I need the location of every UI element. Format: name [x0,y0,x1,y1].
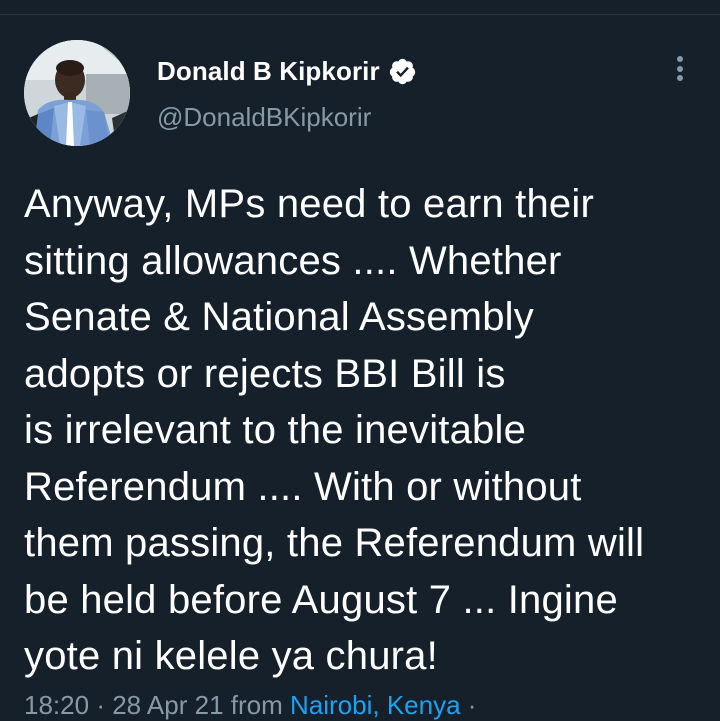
tweet-time[interactable]: 18:20 [24,690,89,720]
avatar-photo [24,40,130,146]
tweet-text-line: Senate & National Assembly [24,295,534,339]
tweet-text-line: be held before August 7 ... Ingine [24,577,618,622]
more-vertical-icon[interactable] [668,56,692,86]
tweet-text-line: yote ni kelele ya chura! [24,634,438,678]
verified-badge-icon [388,57,417,86]
avatar[interactable] [24,40,130,146]
location-link[interactable]: Nairobi, Kenya [290,690,461,720]
tweet-text-line: them passing, the Referendum will [24,521,645,565]
author-name-row[interactable]: Donald B Kipkorir [157,54,417,88]
more-dot [677,65,683,72]
tweet-text-line: adopts or rejects BBI Bill is [24,351,506,396]
more-dot [677,75,683,81]
tweet-text: Anyway, MPs need to earn their sitting a… [24,176,714,685]
tweet-text-line: Anyway, MPs need to earn their [24,182,594,226]
tweet-text-line: Referendum .... With or without [24,464,582,509]
meta-separator: · [467,690,477,720]
meta-separator: · [96,690,105,720]
author-handle[interactable]: @DonaldBKipkorir [157,102,371,133]
tweet-date[interactable]: 28 Apr 21 [112,690,223,720]
tweet-text-line: is irrelevant to the inevitable [24,408,527,452]
tweet-card[interactable]: Donald B Kipkorir @DonaldBKipkorir Anywa… [0,0,720,720]
from-label: from [230,690,283,720]
author-name[interactable]: Donald B Kipkorir [157,56,380,87]
tweet-meta: 18:20 · 28 Apr 21 from Nairobi, Kenya · [24,690,476,721]
more-dot [677,56,683,62]
tweet-text-line: sitting allowances .... Whether [24,238,562,283]
